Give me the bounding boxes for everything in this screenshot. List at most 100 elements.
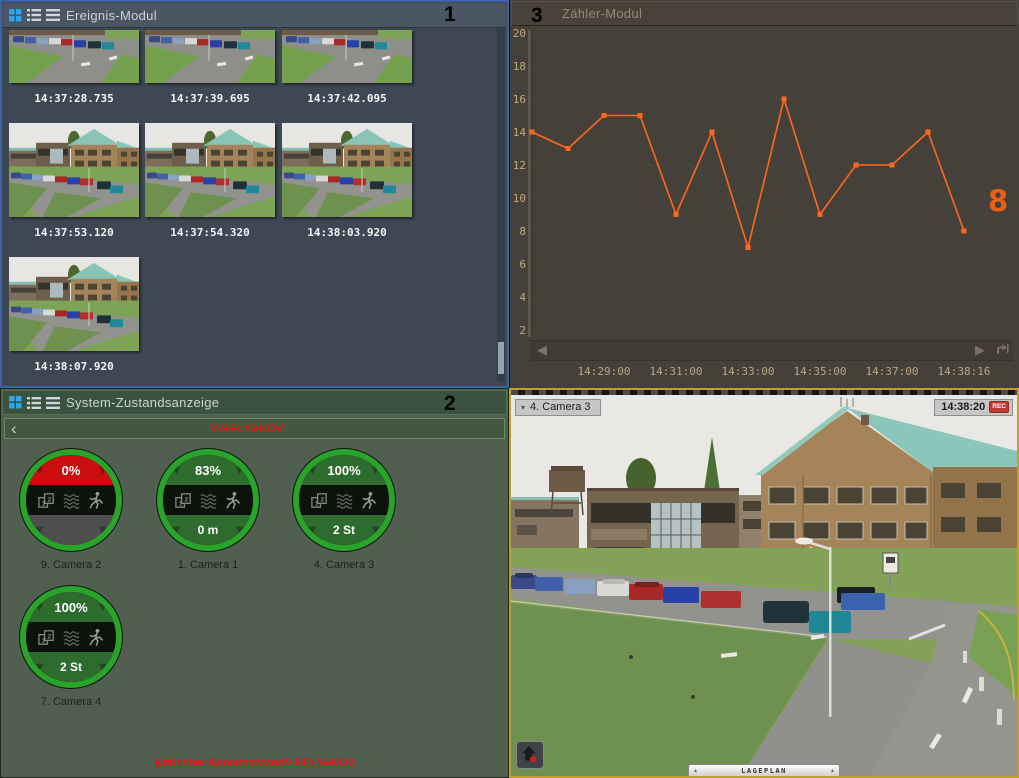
status-module-header[interactable]: System-Zustandsanzeige [2, 390, 507, 415]
runner-icon [87, 491, 106, 510]
camera-view-panel[interactable]: ▾ 4. Camera 3 14:38:20 REC ▴ LAGEPLAN ▴ [509, 388, 1019, 778]
event-module-panel: Ereignis-Modul 14:37:28.735 14:37:39.695… [0, 0, 509, 388]
event-scrollbar-thumb[interactable] [498, 342, 504, 374]
event-timestamp: 14:37:54.320 [145, 226, 275, 239]
gauge-bottom-value: 0 m [198, 523, 219, 537]
arrow-down-icon: ▼ [96, 599, 109, 614]
gauge-top-value: 0% [62, 463, 81, 478]
motion-waves-icon [199, 491, 218, 510]
event-thumbnail[interactable] [282, 123, 412, 217]
svg-text:18: 18 [513, 60, 526, 73]
counter-chart: 246810121416182014:29:0014:31:0014:33:00… [510, 0, 1019, 388]
event-thumbnail[interactable] [9, 123, 139, 217]
runner-icon [360, 491, 379, 510]
gauge-icon-band [163, 485, 253, 515]
grid-view-icon[interactable] [9, 9, 22, 22]
camera-video-image [511, 395, 1017, 776]
svg-text:2: 2 [519, 324, 526, 337]
camera-status-gauge[interactable]: ▼ 100% ▼ ▼ 2 St ▼ 4. Camera 3 [289, 449, 399, 571]
detail-list-icon[interactable] [27, 9, 41, 21]
runner-icon [224, 491, 243, 510]
gauge-bottom-segment: ▼ 2 St ▼ [26, 652, 116, 682]
annotation-digit-1: 1 [444, 4, 456, 25]
camera-home-record-icon[interactable] [516, 741, 544, 769]
motion-waves-icon [62, 491, 81, 510]
collapse-up-icon: ▴ [831, 767, 834, 774]
arrow-down-icon: ▼ [170, 522, 183, 537]
chart-scroll-right-icon[interactable]: ▶ [975, 343, 985, 356]
svg-text:14:37:00: 14:37:00 [866, 365, 919, 378]
arrow-down-icon: ▼ [306, 462, 319, 477]
gauge-icon-band [26, 622, 116, 652]
event-module-title: Ereignis-Modul [66, 8, 157, 23]
gauge-top-segment: ▼ 0% ▼ [26, 455, 116, 485]
arrow-down-icon: ▼ [33, 659, 46, 674]
event-thumbnail[interactable] [145, 123, 275, 217]
status-module-title: System-Zustandsanzeige [66, 395, 219, 410]
svg-text:14:35:00: 14:35:00 [794, 365, 847, 378]
list-icon[interactable] [46, 397, 60, 409]
counter-current-value: 8 [988, 184, 1008, 218]
grid-view-icon[interactable] [9, 396, 22, 409]
chart-scroll-left-icon[interactable]: ◀ [537, 343, 547, 356]
gauge-top-segment: ▼ 100% ▼ [299, 455, 389, 485]
app-root: Ereignis-Modul 14:37:28.735 14:37:39.695… [0, 0, 1019, 778]
gauge-top-segment: ▼ 100% ▼ [26, 592, 116, 622]
gauge-ring: ▼ 100% ▼ ▼ 2 St ▼ [20, 586, 122, 688]
arrow-down-icon: ▼ [369, 462, 382, 477]
camera-name-badge[interactable]: ▾ 4. Camera 3 [515, 399, 601, 416]
gauge-top-segment: ▼ 83% ▼ [163, 455, 253, 485]
event-timestamp: 14:38:03.920 [282, 226, 412, 239]
detail-list-icon[interactable] [27, 397, 41, 409]
gauge-label: 9. Camera 2 [16, 559, 126, 571]
list-icon[interactable] [46, 9, 60, 21]
lageplan-label: LAGEPLAN [697, 767, 831, 775]
server-name: V-BELYAKOV [17, 423, 478, 435]
counter-module-header[interactable]: Zähler-Modul [511, 1, 1018, 26]
arrow-down-icon: ▼ [96, 659, 109, 674]
arrow-down-icon: ▼ [369, 522, 382, 537]
svg-text:20: 20 [513, 27, 526, 40]
svg-text:14:29:00: 14:29:00 [578, 365, 631, 378]
gauge-top-value: 100% [327, 463, 360, 478]
gauge-ring: ▼ 100% ▼ ▼ 2 St ▼ [293, 449, 395, 551]
frames-icon [37, 491, 56, 510]
motion-waves-icon [62, 628, 81, 647]
event-scrollbar[interactable] [497, 29, 505, 382]
svg-text:14:38:16: 14:38:16 [938, 365, 991, 378]
chart-scrollbar[interactable] [530, 340, 1013, 361]
gauge-bottom-segment: ▼ 0 m ▼ [163, 515, 253, 545]
camera-status-gauge[interactable]: ▼ 100% ▼ ▼ 2 St ▼ 7. Camera 4 [16, 586, 126, 708]
camera-drag-strip[interactable] [511, 390, 1017, 395]
event-thumbnail[interactable] [9, 30, 139, 83]
svg-text:6: 6 [519, 258, 526, 271]
gauge-top-value: 83% [195, 463, 221, 478]
camera-name-label: 4. Camera 3 [530, 401, 591, 413]
lageplan-collapsed-tab[interactable]: ▴ LAGEPLAN ▴ [688, 764, 840, 776]
arrow-down-icon: ▼ [33, 599, 46, 614]
gauge-bottom-segment: ▼ ▼ [26, 515, 116, 545]
arrow-down-icon: ▼ [33, 462, 46, 477]
motion-waves-icon [335, 491, 354, 510]
gauge-label: 7. Camera 4 [16, 696, 126, 708]
gauge-label: 4. Camera 3 [289, 559, 399, 571]
gauge-icon-band [26, 485, 116, 515]
runner-icon [87, 628, 106, 647]
header-icons [9, 9, 60, 22]
camera-status-gauge[interactable]: ▼ 0% ▼ ▼ ▼ 9. Camera 2 [16, 449, 126, 571]
status-server-bar: ‹ V-BELYAKOV [4, 418, 505, 439]
event-module-header[interactable]: Ereignis-Modul [3, 3, 506, 28]
annotation-digit-2: 2 [444, 393, 456, 414]
camera-status-gauge[interactable]: ▼ 83% ▼ ▼ 0 m ▼ 1. Camera 1 [153, 449, 263, 571]
frames-icon [37, 628, 56, 647]
gauge-bottom-segment: ▼ 2 St ▼ [299, 515, 389, 545]
counter-module-title: Zähler-Modul [562, 6, 642, 21]
event-thumbnail[interactable] [9, 257, 139, 351]
gauge-label: 1. Camera 1 [153, 559, 263, 571]
critical-server-alert[interactable]: Kritischer ServerzustandV-BELYAKOV [1, 757, 508, 769]
arrow-down-icon: ▼ [96, 522, 109, 537]
chart-jump-to-end-icon[interactable] [995, 343, 1009, 355]
event-thumbnail[interactable] [145, 30, 275, 83]
event-thumbnail[interactable] [282, 30, 412, 83]
gauge-ring: ▼ 83% ▼ ▼ 0 m ▼ [157, 449, 259, 551]
